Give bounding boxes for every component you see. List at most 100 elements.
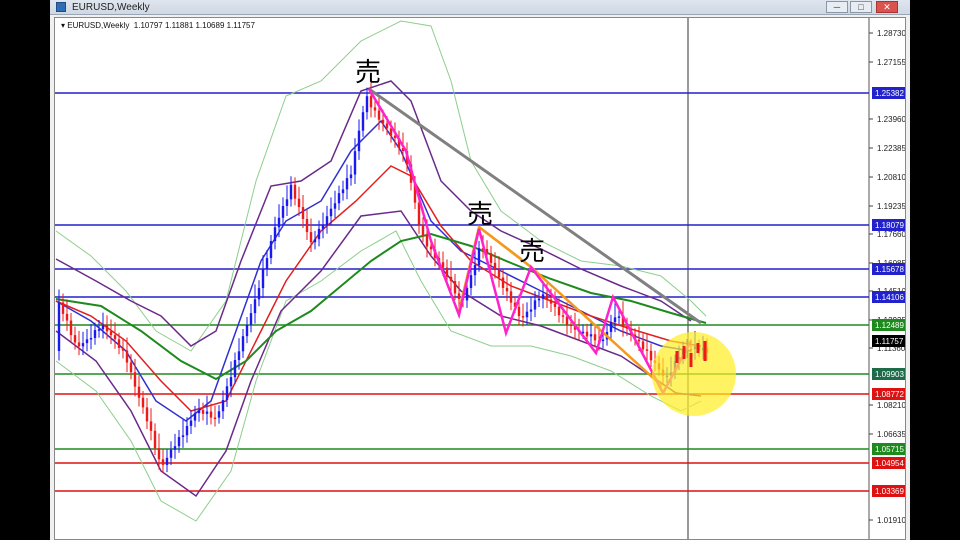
candle-body [297,198,301,208]
candle-body [613,317,617,323]
window-titlebar[interactable]: EURUSD,Weekly ─ □ ✕ [50,0,910,15]
candle-body [145,407,149,422]
candle-body [517,306,521,317]
chart-header: ▾ EURUSD,Weekly 1.10797 1.11881 1.10689 … [61,21,255,30]
candle-body [141,397,145,408]
candle-body [493,262,497,271]
candle-body [293,184,297,199]
candle-body [257,288,261,300]
candle-body [325,216,329,226]
candle-body [425,235,429,247]
candle-body [209,411,213,418]
candle-body [169,449,173,458]
candle-body [589,334,593,337]
candle-body [373,107,377,111]
candle-body [509,291,513,303]
candle-body [153,430,157,449]
candle-body [641,341,645,350]
candle-body [365,96,369,113]
price-axis-label: 1.23960 [877,115,906,124]
candle-body [549,299,553,304]
candle-body [313,239,317,243]
chart-ohlc: 1.10797 1.11881 1.10689 1.11757 [133,21,255,30]
candle-body [369,96,373,108]
price-chart[interactable]: 売売売1.287301.271551.239601.223851.208101.… [55,18,906,540]
candle-body [273,227,277,242]
candle-body [525,311,529,318]
candle-body [61,302,65,314]
candle-body [105,325,109,332]
chart-symbol: EURUSD,Weekly [67,21,130,30]
candle-body [125,350,129,363]
candle-body [441,262,445,268]
close-button[interactable]: ✕ [876,1,898,13]
candle-body [129,362,133,373]
candle-body [649,350,653,361]
candle-body [121,347,125,351]
price-axis-label: 1.27155 [877,58,906,67]
candle-body [185,425,189,436]
candle-body [533,300,537,310]
candle-body [133,372,137,387]
candle-body [261,269,265,289]
candle-body [445,267,449,277]
price-tag-label: 1.12489 [875,321,904,330]
candle-body [333,203,337,209]
bollinger-lower-outer [55,230,702,522]
candle-body [305,218,309,233]
candle-body [317,228,321,240]
sell-annotation-label: 売 [467,200,493,230]
sell-annotation-label: 売 [519,237,545,267]
price-axis-label: 1.20810 [877,173,906,182]
price-tag-label: 1.04954 [875,459,904,468]
candle-body [682,346,686,359]
candle-body [349,174,353,179]
candle-body [85,339,89,344]
price-axis-label: 1.19235 [877,202,906,211]
candle-body [309,232,313,243]
candle-body [93,330,97,338]
candle-body [545,294,549,300]
candle-body [97,329,101,331]
candle-body [225,386,229,401]
minimize-button[interactable]: ─ [826,1,848,13]
candle-body [233,360,237,378]
candle-body [501,277,505,288]
highlight-circle [652,332,736,416]
candle-body [89,337,93,340]
candle-body [345,178,349,190]
price-axis-label: 1.17660 [877,230,906,239]
candle-body [265,258,269,270]
candle-body [237,351,241,361]
chart-area[interactable]: ▾ EURUSD,Weekly 1.10797 1.11881 1.10689 … [54,17,906,540]
candle-body [465,287,469,301]
price-axis-label: 1.01910 [877,516,906,525]
candle-body [249,313,253,325]
chart-window-icon [56,2,66,12]
candle-body [457,293,461,299]
price-tag-label: 1.11757 [875,337,904,346]
candle-body [161,459,165,465]
candle-body [477,248,481,266]
candle-body [177,437,181,447]
candle-body [617,316,621,318]
candle-body [637,339,641,342]
maximize-button[interactable]: □ [850,1,872,13]
candle-body [541,294,545,299]
candle-body [149,421,153,431]
candle-body [357,130,361,152]
moving-average-blue [55,119,692,422]
candle-body [57,302,61,351]
price-tag-label: 1.09903 [875,370,904,379]
candle-body [77,342,81,347]
price-tag-label: 1.15678 [875,265,904,274]
price-tag-label: 1.14106 [875,293,904,302]
candle-body [561,315,565,317]
candle-body [197,409,201,414]
candle-body [137,386,141,398]
candle-body [181,435,185,438]
candle-body [113,335,117,340]
price-tag-label: 1.18079 [875,221,904,230]
moving-average-green [55,232,707,381]
candle-body [645,349,649,351]
